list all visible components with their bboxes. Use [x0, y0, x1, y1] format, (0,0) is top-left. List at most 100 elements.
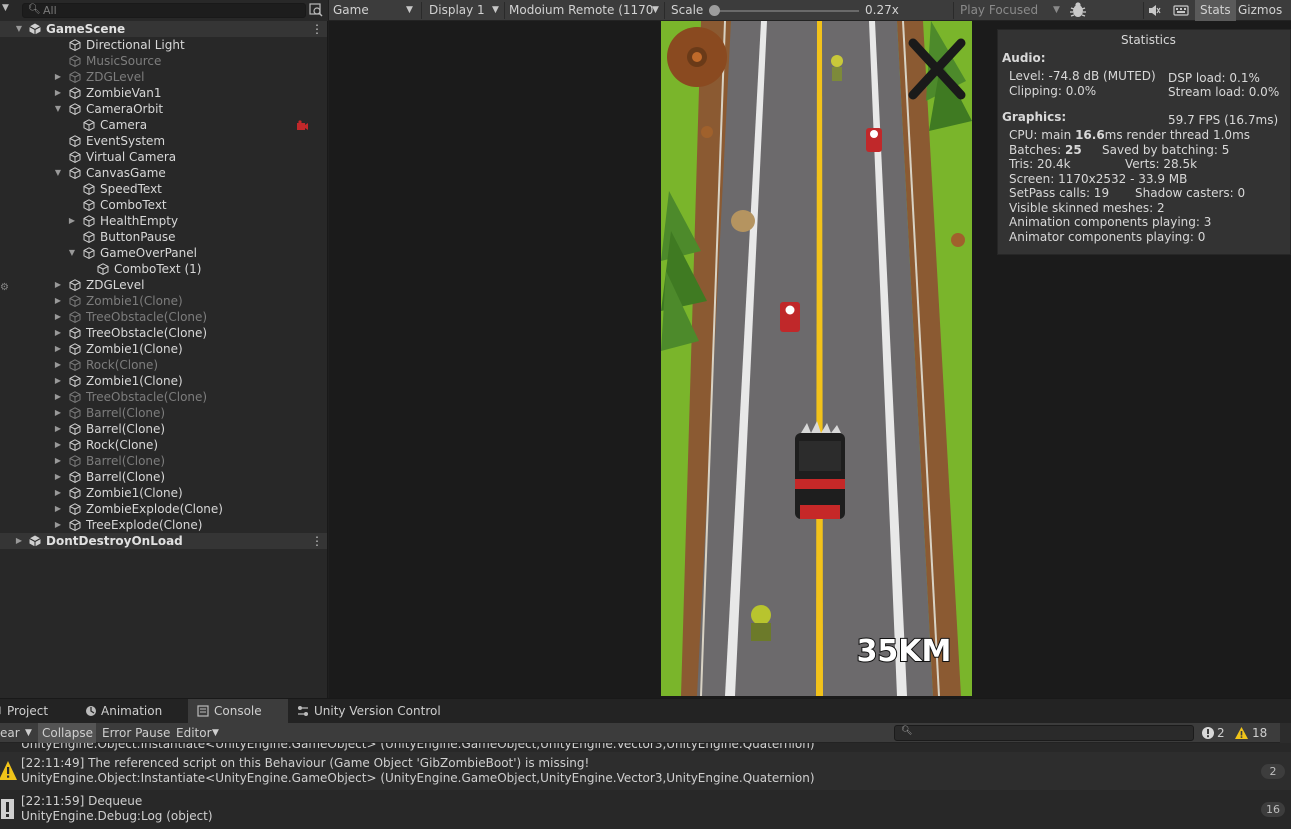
hierarchy-item[interactable]: ▶ TreeObstacle(Clone) — [0, 309, 327, 325]
hierarchy-item[interactable]: Directional Light — [0, 37, 327, 53]
display-select[interactable]: Display 1 — [429, 0, 499, 21]
console-log-entry[interactable]: UnityEngine.Object:Instantiate<UnityEngi… — [0, 743, 1291, 751]
bug-icon[interactable] — [1069, 0, 1091, 21]
hierarchy-search-input[interactable]: 🔍︎ All — [22, 3, 306, 18]
console-log-entry[interactable]: [22:11:49] The referenced script on this… — [0, 752, 1291, 790]
gameobject-cube-icon — [69, 487, 81, 499]
gameobject-cube-icon — [69, 295, 81, 307]
cpu-line: CPU: main 16.6ms render thread 1.0ms — [1009, 128, 1251, 142]
expand-right-icon[interactable]: ▶ — [52, 341, 64, 357]
hierarchy-item[interactable]: ▶ Rock(Clone) — [0, 357, 327, 373]
expand-right-icon[interactable]: ▶ — [52, 373, 64, 389]
resolution-select[interactable]: Modoium Remote (1170x2 — [509, 0, 653, 21]
play-mode-select[interactable]: Play Focused — [960, 0, 1038, 21]
hierarchy-item[interactable]: ▶ ZombieExplode(Clone) — [0, 501, 327, 517]
hierarchy-item[interactable]: ComboText — [0, 197, 327, 213]
hierarchy-scene-row[interactable]: ▼ GameScene ⋮ — [0, 21, 327, 37]
hierarchy-item[interactable]: ▶ Barrel(Clone) — [0, 421, 327, 437]
gameobject-cube-icon — [69, 455, 81, 467]
hierarchy-item[interactable]: ComboText (1) — [0, 261, 327, 277]
scale-slider-track[interactable] — [713, 10, 859, 12]
expand-right-icon[interactable]: ▶ — [52, 293, 64, 309]
hierarchy-scene-row[interactable]: ▶ DontDestroyOnLoad ⋮ — [0, 533, 327, 549]
expand-right-icon[interactable]: ▶ — [52, 309, 64, 325]
expand-right-icon[interactable]: ▶ — [13, 533, 25, 549]
hierarchy-item[interactable]: MusicSource — [0, 53, 327, 69]
tab-console[interactable]: Console — [188, 699, 288, 723]
expand-right-icon[interactable]: ▶ — [52, 453, 64, 469]
gear-icon[interactable] — [667, 27, 727, 87]
hierarchy-item-label: ButtonPause — [100, 230, 176, 244]
caret-down-icon[interactable]: ▼ — [2, 3, 9, 13]
hierarchy-item[interactable]: ▶ Barrel(Clone) — [0, 405, 327, 421]
console-log-entry[interactable]: [22:11:59] Dequeue UnityEngine.Debug:Log… — [0, 790, 1291, 828]
tab-animation[interactable]: Animation — [80, 699, 182, 723]
setpass-calls: SetPass calls: 19 — [1009, 186, 1110, 200]
hierarchy-item[interactable]: Camera — [0, 117, 327, 133]
hierarchy-item[interactable]: ▶ TreeObstacle(Clone) — [0, 389, 327, 405]
hierarchy-item[interactable]: ButtonPause — [0, 229, 327, 245]
hierarchy-item[interactable]: ▶ TreeObstacle(Clone) — [0, 325, 327, 341]
expand-right-icon[interactable]: ▶ — [52, 517, 64, 533]
more-options-icon[interactable]: ⋮ — [311, 533, 323, 549]
expand-down-icon[interactable]: ▼ — [66, 245, 78, 261]
expand-right-icon[interactable]: ▶ — [52, 405, 64, 421]
hierarchy-item[interactable]: SpeedText — [0, 181, 327, 197]
hierarchy-item[interactable]: ▶ ZDGLevel — [0, 277, 327, 293]
hierarchy-item-label: Barrel(Clone) — [86, 406, 166, 420]
tab-project[interactable]: ▮ Project — [0, 699, 74, 723]
clear-button[interactable]: ear ▼ — [0, 723, 38, 743]
hierarchy-item[interactable]: ▶ Rock(Clone) — [0, 437, 327, 453]
hierarchy-item[interactable]: ▼ GameOverPanel — [0, 245, 327, 261]
expand-right-icon[interactable]: ▶ — [52, 357, 64, 373]
mute-audio-icon[interactable] — [1147, 0, 1163, 21]
unity-scene-icon — [29, 23, 41, 35]
hierarchy-item[interactable]: ▶ Zombie1(Clone) — [0, 293, 327, 309]
expand-right-icon[interactable]: ▶ — [52, 469, 64, 485]
expand-right-icon[interactable]: ▶ — [52, 85, 64, 101]
hierarchy-item-label: TreeObstacle(Clone) — [86, 326, 208, 340]
collapse-button[interactable]: Collapse — [38, 723, 96, 743]
stats-button[interactable]: Stats — [1200, 0, 1231, 21]
gizmos-button[interactable]: Gizmos — [1238, 0, 1282, 21]
hierarchy-item[interactable]: ▼ CanvasGame — [0, 165, 327, 181]
scale-slider-knob[interactable] — [709, 5, 720, 16]
scene-search-icon[interactable] — [309, 3, 323, 17]
expand-right-icon[interactable]: ▶ — [52, 421, 64, 437]
hierarchy-item[interactable]: ▶ Zombie1(Clone) — [0, 485, 327, 501]
more-options-icon[interactable]: ⋮ — [311, 21, 323, 37]
hierarchy-item[interactable]: ▶ Zombie1(Clone) — [0, 373, 327, 389]
expand-right-icon[interactable]: ▶ — [52, 277, 64, 293]
expand-right-icon[interactable]: ▶ — [52, 389, 64, 405]
editor-select[interactable]: Editor ▼ — [172, 723, 224, 743]
expand-down-icon[interactable]: ▼ — [52, 101, 64, 117]
hierarchy-item[interactable]: ▶ ZombieVan1 — [0, 85, 327, 101]
hierarchy-item-label: ZDGLevel — [86, 278, 145, 292]
expand-down-icon[interactable]: ▼ — [13, 21, 25, 37]
hierarchy-item[interactable]: EventSystem — [0, 133, 327, 149]
info-count-toggle[interactable] — [1280, 723, 1291, 743]
game-screen[interactable]: 35KM — [661, 21, 972, 696]
scale-label: Scale — [671, 3, 704, 17]
expand-right-icon[interactable]: ▶ — [66, 213, 78, 229]
hierarchy-item-label: CameraOrbit — [86, 102, 164, 116]
error-pause-button[interactable]: Error Pause — [97, 723, 172, 743]
hierarchy-item[interactable]: ▶ Zombie1(Clone) — [0, 341, 327, 357]
expand-down-icon[interactable]: ▼ — [52, 165, 64, 181]
hierarchy-item[interactable]: ▶ TreeExplode(Clone) — [0, 517, 327, 533]
expand-right-icon[interactable]: ▶ — [52, 69, 64, 85]
tab-unity-version-control[interactable]: Unity Version Control — [294, 699, 454, 723]
keyboard-icon[interactable] — [1173, 0, 1189, 21]
view-select[interactable]: Game — [333, 0, 413, 21]
expand-right-icon[interactable]: ▶ — [52, 485, 64, 501]
hierarchy-item[interactable]: ▼ CameraOrbit — [0, 101, 327, 117]
hierarchy-item[interactable]: Virtual Camera — [0, 149, 327, 165]
expand-right-icon[interactable]: ▶ — [52, 437, 64, 453]
expand-right-icon[interactable]: ▶ — [52, 325, 64, 341]
hierarchy-item[interactable]: ▶ Barrel(Clone) — [0, 469, 327, 485]
hierarchy-item[interactable]: ▶ HealthEmpty — [0, 213, 327, 229]
hierarchy-item[interactable]: ▶ ZDGLevel — [0, 69, 327, 85]
console-search-input[interactable]: 🔍︎ — [894, 725, 1194, 741]
expand-right-icon[interactable]: ▶ — [52, 501, 64, 517]
hierarchy-item[interactable]: ▶ Barrel(Clone) — [0, 453, 327, 469]
